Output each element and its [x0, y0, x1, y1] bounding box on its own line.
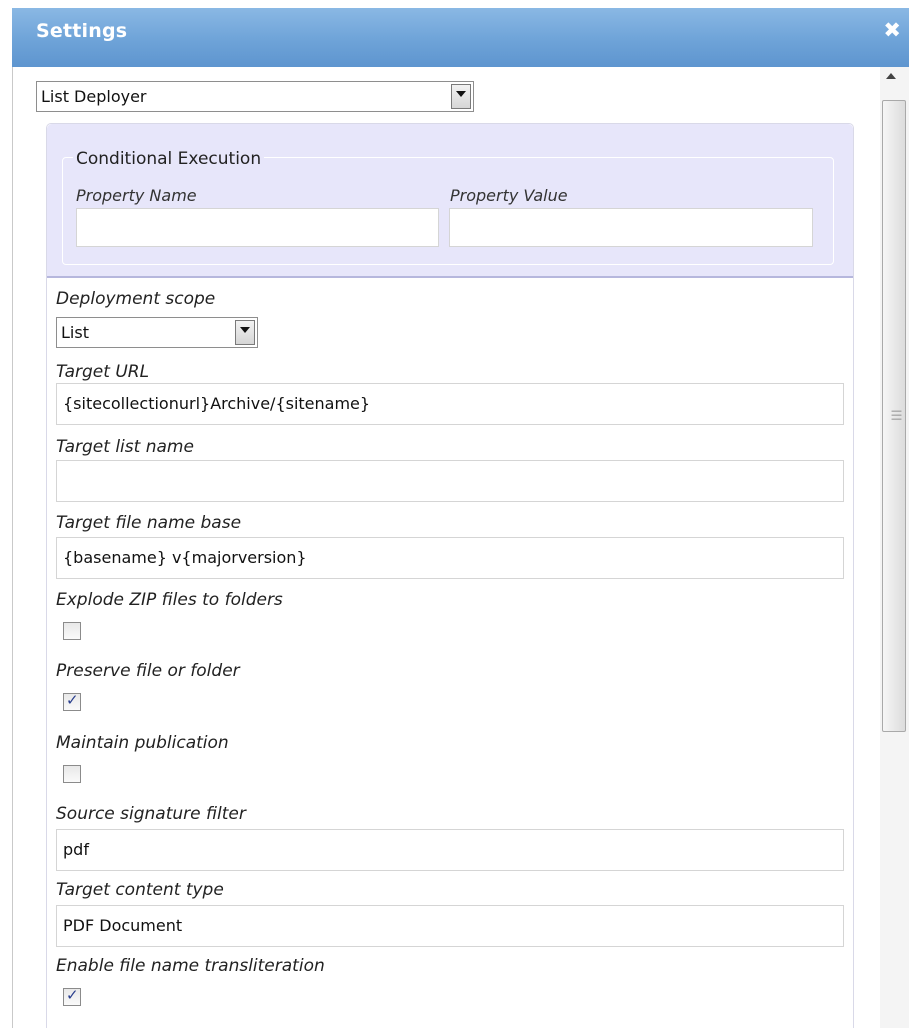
target-content-type-label: Target content type [56, 880, 224, 900]
deployer-select-value: List Deployer [41, 87, 147, 106]
target-list-name-label: Target list name [56, 437, 194, 457]
maintain-publication-label: Maintain publication [56, 733, 229, 753]
vertical-scrollbar[interactable]: — — — [880, 67, 909, 1028]
target-list-name-input[interactable] [56, 460, 844, 502]
deployment-scope-select[interactable]: List [56, 317, 258, 348]
target-url-label: Target URL [56, 362, 150, 382]
enable-transliteration-checkbox[interactable]: ✓ [63, 986, 81, 1006]
preserve-file-checkbox[interactable]: ✓ [63, 691, 81, 711]
deployment-scope-label: Deployment scope [56, 289, 216, 309]
target-url-input[interactable]: {sitecollectionurl}Archive/{sitename} [56, 383, 844, 425]
dialog-border [12, 67, 13, 1028]
checkmark-icon: ✓ [66, 986, 79, 1004]
conditional-legend: Conditional Execution [73, 149, 265, 169]
close-icon[interactable]: ✖ [883, 18, 901, 42]
scrollbar-thumb[interactable]: — — — [882, 100, 906, 732]
enable-transliteration-label: Enable file name transliteration [56, 956, 325, 976]
dialog-titlebar[interactable]: Settings ✖ [12, 8, 909, 67]
grip-icon: — — — [891, 404, 902, 425]
explode-zip-checkbox[interactable] [63, 622, 81, 640]
settings-dialog: Settings ✖ — — — List Deployer Conditional… [0, 0, 909, 1028]
source-signature-filter-input[interactable]: pdf [56, 829, 844, 871]
property-value-input[interactable] [449, 208, 813, 247]
source-signature-filter-label: Source signature filter [56, 804, 246, 824]
chevron-down-icon[interactable] [235, 320, 255, 345]
conditional-execution-section: Conditional Execution Property Name Prop… [47, 124, 853, 278]
deployment-scope-value: List [61, 323, 89, 342]
deployer-select[interactable]: List Deployer [36, 81, 474, 112]
target-file-name-base-input[interactable]: {basename} v{majorversion} [56, 537, 844, 579]
target-content-type-input[interactable]: PDF Document [56, 905, 844, 947]
preserve-file-label: Preserve file or folder [56, 661, 240, 681]
dialog-title: Settings [36, 20, 128, 42]
checkmark-icon: ✓ [66, 691, 79, 709]
chevron-down-icon[interactable] [451, 84, 471, 109]
property-name-label: Property Name [76, 186, 197, 205]
target-file-name-base-label: Target file name base [56, 513, 242, 533]
scroll-up-arrow-icon[interactable] [886, 73, 896, 79]
maintain-publication-checkbox[interactable] [63, 765, 81, 783]
property-value-label: Property Value [450, 186, 568, 205]
explode-zip-label: Explode ZIP files to folders [56, 590, 283, 610]
property-name-input[interactable] [76, 208, 439, 247]
